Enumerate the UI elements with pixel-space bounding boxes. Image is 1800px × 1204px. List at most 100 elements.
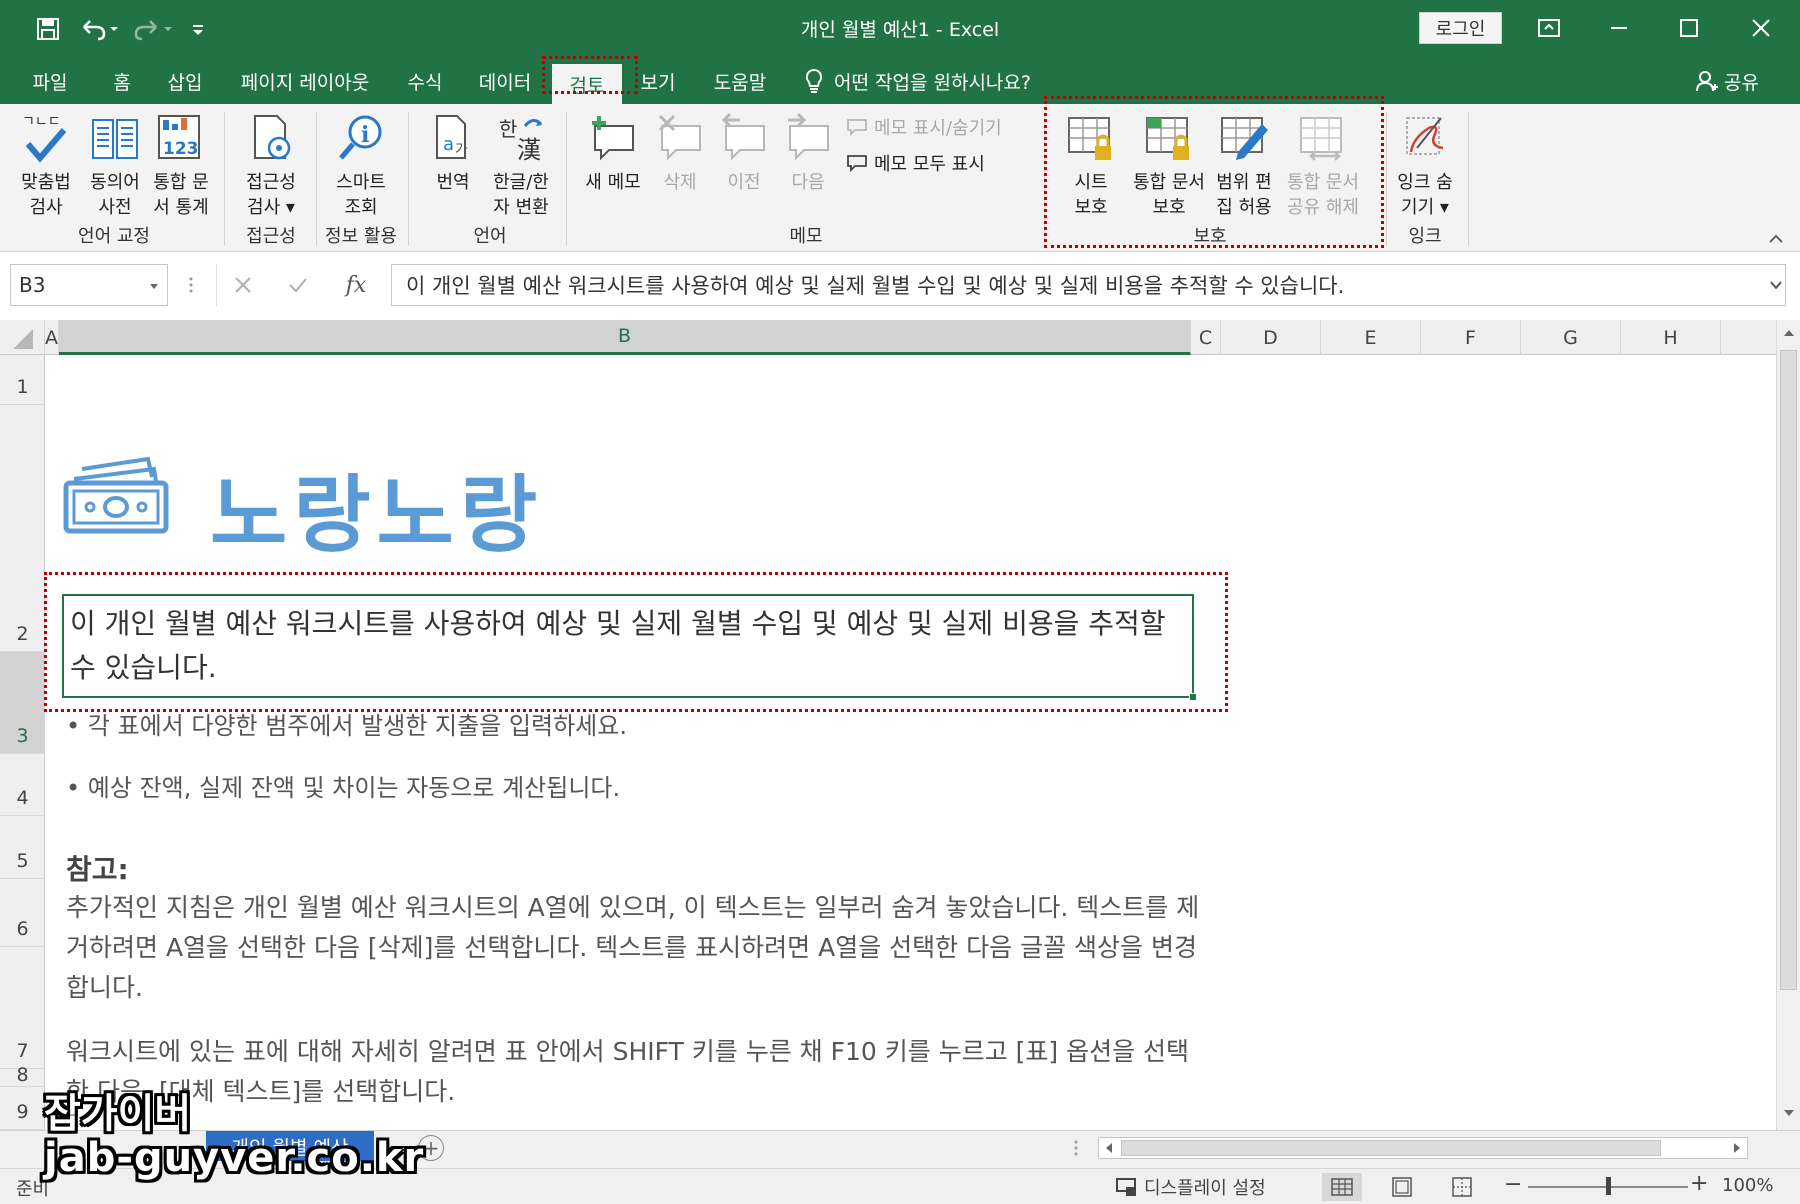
group-separator xyxy=(1044,112,1045,246)
translate-button[interactable]: a가 번역 xyxy=(422,112,484,195)
page-break-preview-icon[interactable] xyxy=(1442,1173,1482,1201)
zoom-slider-thumb[interactable] xyxy=(1605,1177,1611,1195)
row-header-2[interactable]: 2 xyxy=(0,405,45,652)
tab-split-grip-icon[interactable] xyxy=(1074,1139,1078,1157)
tab-review[interactable]: 검토 xyxy=(552,64,622,104)
scroll-left-icon[interactable] xyxy=(1099,1138,1119,1158)
check-accessibility-button[interactable]: 접근성 검사 ▾ xyxy=(236,112,306,220)
normal-view-icon[interactable] xyxy=(1322,1173,1362,1201)
tab-page-layout[interactable]: 페이지 레이아웃 xyxy=(228,58,382,104)
row-header-8[interactable]: 8 xyxy=(0,1064,45,1087)
customize-qat-icon[interactable] xyxy=(186,12,210,46)
smart-lookup-button[interactable]: i 스마트 조회 xyxy=(326,112,396,220)
column-header-h[interactable]: H xyxy=(1621,320,1721,355)
tab-home[interactable]: 홈 xyxy=(96,58,148,104)
check-accessibility-label-2: 검사 ▾ xyxy=(247,197,295,218)
enter-icon[interactable] xyxy=(272,264,324,306)
delete-comment-button[interactable]: 삭제 xyxy=(648,112,712,195)
row-header-5[interactable]: 5 xyxy=(0,816,45,879)
hide-ink-button[interactable]: 잉크 숨 기기 ▾ xyxy=(1392,112,1458,220)
formula-input[interactable]: 이 개인 월별 예산 워크시트를 사용하여 예상 및 실제 월별 수입 및 예상… xyxy=(391,264,1786,306)
cancel-icon[interactable] xyxy=(216,264,268,306)
fill-handle[interactable] xyxy=(1189,693,1197,701)
column-header-c[interactable]: C xyxy=(1191,320,1221,355)
previous-comment-button[interactable]: 이전 xyxy=(712,112,776,195)
zoom-out-button[interactable]: − xyxy=(1504,1172,1522,1197)
translate-icon: a가 xyxy=(427,112,479,166)
row-header-3[interactable]: 3 xyxy=(0,652,45,754)
column-header-g[interactable]: G xyxy=(1521,320,1621,355)
spelling-button[interactable]: ㄱㄴㄷ 맞춤법 검사 xyxy=(14,112,78,220)
scroll-right-icon[interactable] xyxy=(1727,1138,1747,1158)
row-header-7[interactable]: 7 xyxy=(0,947,45,1069)
workbook-statistics-button[interactable]: 123 통합 문 서 통계 xyxy=(148,112,214,220)
ribbon-display-options-icon[interactable] xyxy=(1516,0,1582,56)
expand-formula-bar-icon[interactable] xyxy=(1764,264,1788,306)
tab-insert[interactable]: 삽입 xyxy=(158,58,212,104)
column-header-e[interactable]: E xyxy=(1321,320,1421,355)
scroll-down-icon[interactable] xyxy=(1782,1108,1796,1118)
show-all-comments-button[interactable]: 메모 모두 표시 xyxy=(846,150,985,176)
scroll-up-icon[interactable] xyxy=(1782,328,1796,338)
tab-formulas[interactable]: 수식 xyxy=(398,58,452,104)
display-settings-button[interactable]: 디스플레이 설정 xyxy=(1116,1174,1266,1200)
new-comment-button[interactable]: 새 메모 xyxy=(578,112,648,195)
zoom-level[interactable]: 100% xyxy=(1722,1175,1773,1196)
column-headers: A B C D E F G H xyxy=(0,320,1776,355)
allow-edit-ranges-button[interactable]: 범위 편 집 허용 xyxy=(1212,112,1276,220)
title-bar: 개인 월별 예산1 - Excel 로그인 xyxy=(0,0,1800,58)
thesaurus-label-1: 동의어 xyxy=(90,172,140,193)
name-box[interactable]: B3 xyxy=(10,264,168,306)
row-header-9[interactable]: 9 xyxy=(0,1087,45,1130)
new-comment-label: 새 메모 xyxy=(585,172,641,193)
vertical-scroll-thumb[interactable] xyxy=(1780,350,1797,990)
unshare-workbook-button[interactable]: 통합 문서 공유 해제 xyxy=(1280,112,1366,220)
share-button[interactable]: 공유 xyxy=(1696,58,1759,104)
formula-bar-grip-icon[interactable] xyxy=(186,264,196,306)
redo-icon[interactable] xyxy=(130,12,178,46)
horizontal-scrollbar[interactable] xyxy=(1098,1137,1748,1159)
save-icon[interactable] xyxy=(30,12,66,46)
column-header-f[interactable]: F xyxy=(1421,320,1521,355)
vertical-scrollbar[interactable] xyxy=(1776,320,1800,1130)
tell-me-search[interactable]: 어떤 작업을 원하시나요? xyxy=(804,58,1031,104)
column-header-d[interactable]: D xyxy=(1221,320,1321,355)
select-all-corner[interactable] xyxy=(0,320,45,355)
close-icon[interactable] xyxy=(1728,0,1794,56)
minimize-icon[interactable] xyxy=(1586,0,1652,56)
tab-help[interactable]: 도움말 xyxy=(700,58,780,104)
ribbon-tabs: 파일 홈 삽입 페이지 레이아웃 수식 데이터 검토 보기 도움말 어떤 작업을… xyxy=(0,58,1800,104)
protect-sheet-button[interactable]: 시트 보호 xyxy=(1056,112,1126,220)
undo-icon[interactable] xyxy=(74,12,122,46)
column-header-b[interactable]: B xyxy=(59,320,1191,355)
thesaurus-button[interactable]: 동의어 사전 xyxy=(82,112,148,220)
svg-text:i: i xyxy=(361,122,369,148)
hide-ink-label-1: 잉크 숨 xyxy=(1397,172,1453,193)
tab-file[interactable]: 파일 xyxy=(18,58,82,104)
horizontal-scroll-thumb[interactable] xyxy=(1121,1140,1661,1156)
ink-icon xyxy=(1399,112,1451,166)
hide-ink-label-2: 기기 ▾ xyxy=(1401,197,1449,218)
row-header-6[interactable]: 6 xyxy=(0,879,45,947)
protect-workbook-button[interactable]: 통합 문서 보호 xyxy=(1126,112,1212,220)
maximize-icon[interactable] xyxy=(1656,0,1722,56)
spelling-check-icon: ㄱㄴㄷ xyxy=(20,112,72,166)
chevron-down-icon[interactable] xyxy=(147,279,161,293)
login-button[interactable]: 로그인 xyxy=(1419,12,1502,44)
tab-view[interactable]: 보기 xyxy=(628,58,688,104)
show-hide-comment-button[interactable]: 메모 표시/숨기기 xyxy=(846,114,1002,140)
insert-function-button[interactable]: fx xyxy=(330,264,382,306)
page-layout-view-icon[interactable] xyxy=(1382,1173,1422,1201)
group-separator xyxy=(566,112,567,246)
column-header-a[interactable]: A xyxy=(45,320,59,355)
smart-lookup-label-2: 조회 xyxy=(344,197,378,218)
row-header-4[interactable]: 4 xyxy=(0,754,45,816)
zoom-in-button[interactable]: + xyxy=(1690,1171,1708,1196)
hangul-hanja-button[interactable]: 한漢 한글/한 자 변환 xyxy=(486,112,556,220)
collapse-ribbon-icon[interactable] xyxy=(1764,230,1788,248)
selected-cell-b3[interactable]: 이 개인 월별 예산 워크시트를 사용하여 예상 및 실제 월별 수입 및 예상… xyxy=(62,594,1197,701)
tab-data[interactable]: 데이터 xyxy=(470,58,540,104)
next-comment-button[interactable]: 다음 xyxy=(776,112,840,195)
display-icon xyxy=(1116,1178,1136,1196)
row-header-1[interactable]: 1 xyxy=(0,355,45,405)
